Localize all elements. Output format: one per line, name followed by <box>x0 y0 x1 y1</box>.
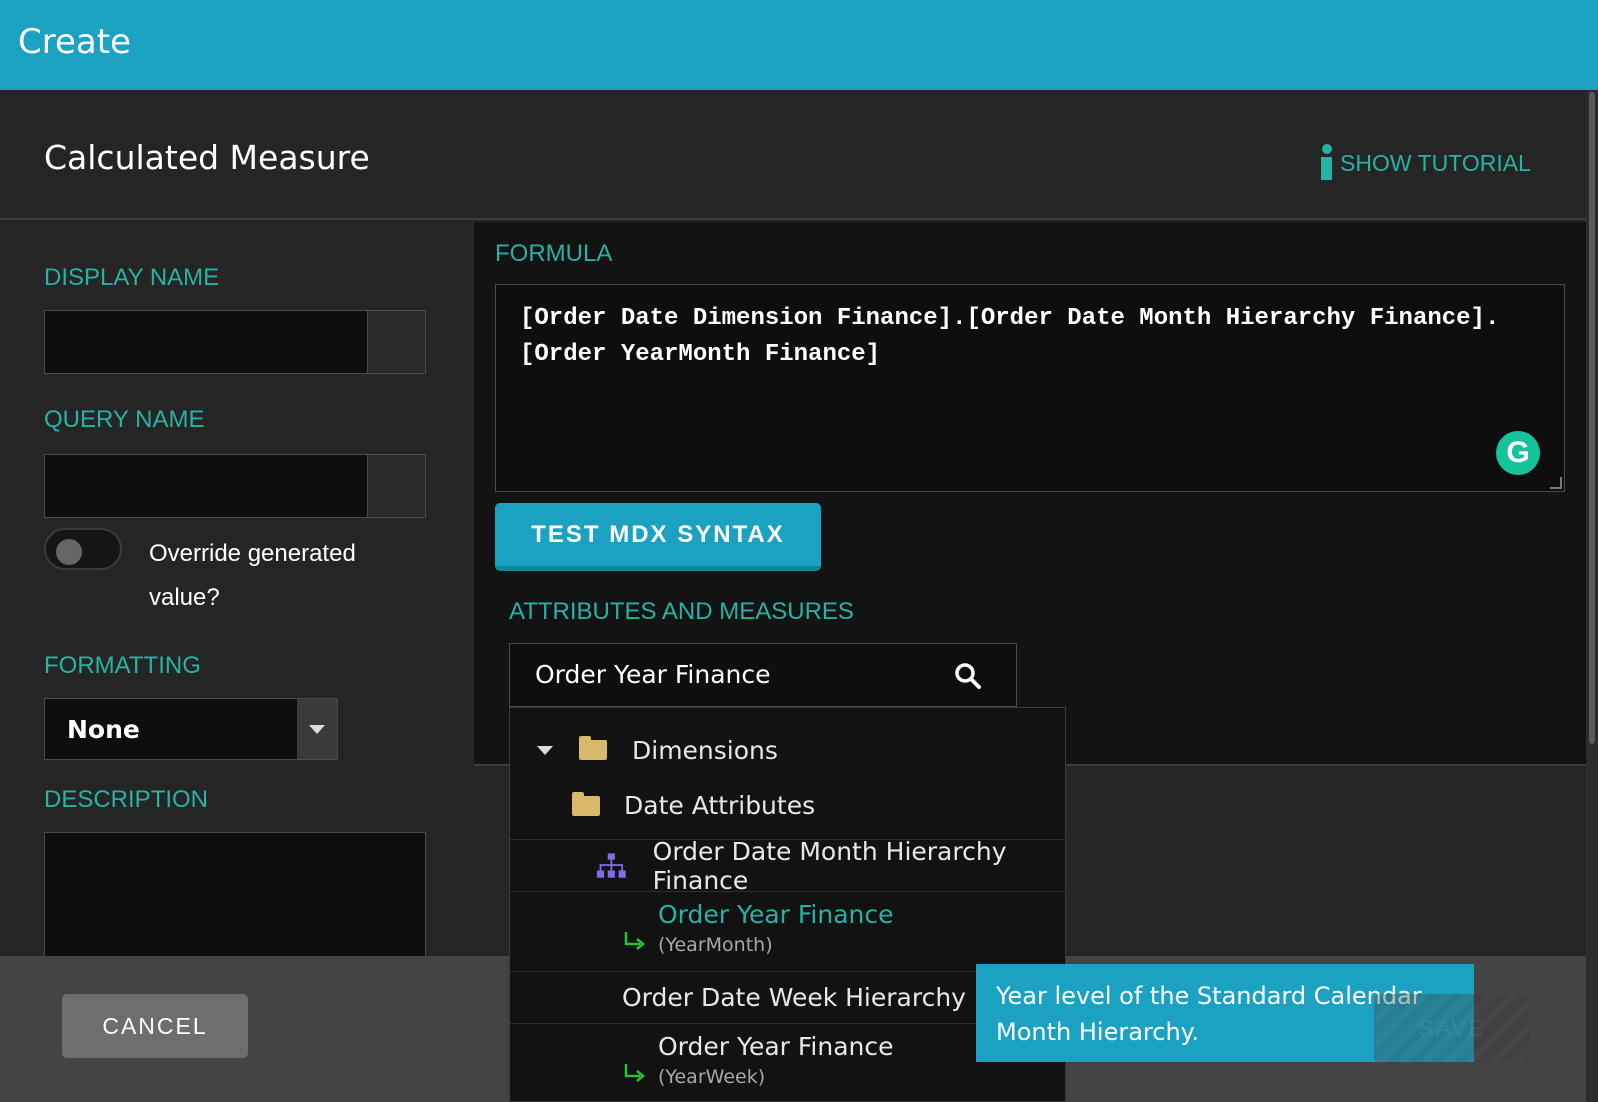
show-tutorial-label: SHOW TUTORIAL <box>1340 149 1531 176</box>
test-mdx-syntax-button[interactable]: TEST MDX SYNTAX <box>495 503 821 571</box>
override-toggle[interactable] <box>44 528 122 570</box>
search-icon[interactable] <box>954 662 982 690</box>
display-name-label: DISPLAY NAME <box>44 264 220 291</box>
display-name-addon[interactable] <box>367 310 426 374</box>
attributes-search-input[interactable]: Order Year Finance <box>509 643 1017 707</box>
folder-icon <box>579 736 607 760</box>
tree-sublabel: (YearMonth) <box>658 934 773 956</box>
tree-item-hierarchy[interactable]: Order Date Month Hierarchy Finance <box>510 836 1065 895</box>
search-value: Order Year Finance <box>535 660 771 689</box>
grammarly-icon[interactable]: G <box>1496 431 1540 475</box>
resize-handle-icon[interactable] <box>1550 477 1562 489</box>
toggle-knob <box>56 539 82 565</box>
tree-label: Date Attributes <box>624 791 816 820</box>
tree-label: Order Year Finance <box>658 1032 894 1061</box>
tree-item-level-selected[interactable]: Order Year Finance (YearMonth) <box>510 892 1065 972</box>
formatting-select[interactable]: None <box>44 698 338 760</box>
description-textarea[interactable] <box>44 832 426 962</box>
dialog-scrollbar[interactable] <box>1586 90 1598 1102</box>
tree-sublabel: (YearWeek) <box>658 1066 766 1088</box>
dialog-title: Calculated Measure <box>44 138 370 177</box>
info-icon <box>1318 144 1334 182</box>
formatting-label: FORMATTING <box>44 652 201 679</box>
formula-textarea[interactable]: [Order Date Dimension Finance].[Order Da… <box>495 284 1565 492</box>
level-arrow-icon <box>624 1064 645 1082</box>
hierarchy-icon <box>596 852 626 878</box>
scrollbar-thumb[interactable] <box>1589 92 1595 744</box>
top-bar-title: Create <box>18 22 131 62</box>
level-arrow-icon <box>624 932 645 950</box>
folder-icon <box>572 791 600 816</box>
tree-label: Dimensions <box>632 735 778 765</box>
caret-down-icon[interactable] <box>537 745 553 755</box>
save-button[interactable]: SAVE <box>1374 994 1530 1062</box>
query-name-addon[interactable] <box>367 454 426 518</box>
show-tutorial-button[interactable]: SHOW TUTORIAL <box>1318 144 1531 182</box>
chevron-down-icon[interactable] <box>297 699 337 759</box>
formatting-value: None <box>67 715 140 744</box>
formula-text: [Order Date Dimension Finance].[Order Da… <box>520 305 1500 368</box>
description-label: DESCRIPTION <box>44 786 209 813</box>
attributes-label: ATTRIBUTES AND MEASURES <box>509 598 854 625</box>
tree-label: Order Date Month Hierarchy Finance <box>652 836 1007 895</box>
tree-item-dimensions[interactable]: Dimensions <box>510 728 1065 772</box>
query-name-label: QUERY NAME <box>44 406 205 433</box>
tree-label: Order Year Finance <box>658 900 894 929</box>
override-label: Override generated value? <box>149 540 356 611</box>
tree-item-date-attributes[interactable]: Date Attributes <box>510 772 1065 840</box>
dialog-header: Calculated Measure SHOW TUTORIAL <box>0 90 1586 220</box>
cancel-button[interactable]: CANCEL <box>62 994 248 1058</box>
formula-label: FORMULA <box>495 240 613 267</box>
top-bar: Create <box>0 0 1598 90</box>
